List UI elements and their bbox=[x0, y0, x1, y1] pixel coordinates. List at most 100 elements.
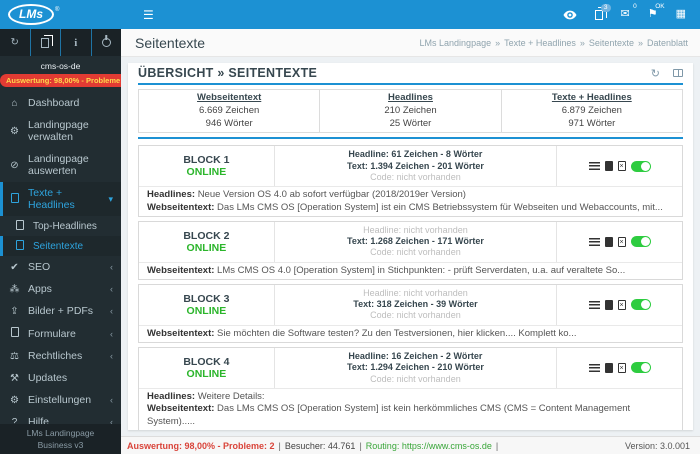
online-toggle[interactable] bbox=[630, 299, 651, 311]
sidebar-toggle-icon[interactable]: ☰ bbox=[143, 9, 154, 21]
lms-logo: LMs bbox=[8, 4, 54, 25]
sidebar-item-landingpage-verwalten[interactable]: ⚙ Landingpage verwalten bbox=[0, 114, 121, 148]
sidebar-menu: ⌂ Dashboard ⚙ Landingpage verwalten ⊘ Landi… bbox=[0, 92, 121, 424]
list-icon[interactable] bbox=[588, 300, 600, 309]
routing-link[interactable]: Routing: https://www.cms-os.de bbox=[366, 441, 492, 451]
headlines-label: Headlines: bbox=[147, 390, 196, 402]
file-icon[interactable] bbox=[604, 161, 613, 172]
info-icon[interactable]: i bbox=[61, 29, 92, 56]
print-icon[interactable] bbox=[673, 69, 683, 77]
chevron-left-icon: ‹ bbox=[110, 417, 113, 425]
file-report-icon[interactable] bbox=[617, 362, 626, 373]
block-actions bbox=[557, 348, 682, 388]
content-header: Seitentexte LMs Landingpage » Texte + He… bbox=[121, 29, 700, 57]
chevron-left-icon: ‹ bbox=[110, 262, 113, 272]
stat-label-link[interactable]: Texte + Headlines bbox=[506, 92, 678, 105]
refresh-icon[interactable]: ↻ bbox=[0, 29, 31, 56]
logo-area[interactable]: LMs ® bbox=[0, 0, 121, 29]
file-report-icon[interactable] bbox=[617, 161, 626, 172]
file-icon[interactable] bbox=[604, 299, 613, 310]
eye-icon[interactable] bbox=[563, 10, 577, 20]
file-report-icon[interactable] bbox=[617, 236, 626, 247]
power-icon[interactable] bbox=[92, 29, 122, 56]
sidebar-item-texte-headlines[interactable]: Texte + Headlines ▾ bbox=[0, 182, 121, 216]
breadcrumb-item[interactable]: Datenblatt bbox=[647, 38, 688, 48]
flag-badge: OK bbox=[655, 3, 665, 10]
power-glyph bbox=[101, 38, 111, 47]
block-actions bbox=[557, 285, 682, 325]
sitemap-icon: ⁂ bbox=[9, 283, 20, 295]
headlines-label: Headlines: bbox=[147, 189, 196, 201]
block-stats-cell: Headline: nicht vorhanden Text: 1.268 Ze… bbox=[275, 221, 558, 262]
sidebar-item-rechtliches[interactable]: ⚖ Rechtliches ‹ bbox=[0, 345, 121, 367]
chevron-left-icon: ‹ bbox=[110, 306, 113, 316]
registered-mark: ® bbox=[55, 6, 60, 13]
online-toggle[interactable] bbox=[630, 236, 651, 248]
headline-count: Headline: nicht vorhanden bbox=[363, 287, 468, 298]
block-name: BLOCK 3 bbox=[183, 292, 230, 305]
sidebar-item-apps[interactable]: ⁂ Apps ‹ bbox=[0, 278, 121, 300]
overview-card: ÜBERSICHT » SEITENTEXTE ↻ Webseitentext … bbox=[128, 63, 693, 430]
sidebar-item-label: Bilder + PDFs bbox=[28, 305, 94, 317]
file-report-icon[interactable] bbox=[617, 299, 626, 310]
list-icon[interactable] bbox=[588, 237, 600, 246]
mail-badge: 0 bbox=[633, 3, 637, 10]
file-icon bbox=[8, 327, 21, 340]
breadcrumb-item[interactable]: Seitentexte bbox=[589, 38, 634, 48]
sidebar-item-label: Landingpage auswerten bbox=[28, 153, 89, 177]
sidebar-item-top-headlines[interactable]: Top-Headlines bbox=[0, 216, 121, 236]
online-toggle[interactable] bbox=[630, 160, 651, 172]
copy-icon[interactable] bbox=[31, 29, 61, 56]
pages-icon[interactable]: 3 bbox=[594, 3, 611, 20]
list-icon[interactable] bbox=[588, 162, 600, 171]
text-count: Text: 1.268 Zeichen - 171 Wörter bbox=[346, 236, 484, 247]
flag-icon[interactable]: ⚑ OK bbox=[647, 3, 665, 20]
chevron-left-icon: ‹ bbox=[110, 284, 113, 294]
sidebar-item-bilder-pdfs[interactable]: ⇪ Bilder + PDFs ‹ bbox=[0, 300, 121, 322]
block-name: BLOCK 4 bbox=[183, 355, 230, 368]
mail-icon[interactable]: ✉ 0 bbox=[621, 3, 637, 20]
file-icon[interactable] bbox=[604, 236, 613, 247]
sidebar-item-label: Landingpage verwalten bbox=[28, 119, 89, 143]
online-toggle[interactable] bbox=[630, 362, 651, 374]
version-label: Version: 3.0.001 bbox=[624, 440, 690, 451]
text-count: Text: 1.294 Zeichen - 210 Wörter bbox=[346, 362, 484, 373]
stat-zeichen: 6.879 Zeichen bbox=[561, 104, 622, 116]
block-preview: Headlines: Weitere Details: Webseitentex… bbox=[139, 387, 682, 430]
block-preview: Webseitentext: LMs CMS OS 4.0 [Operation… bbox=[139, 261, 682, 279]
grid-icon[interactable]: ▦ bbox=[676, 9, 686, 20]
stat-label-link[interactable]: Headlines bbox=[324, 92, 496, 105]
breadcrumb-item[interactable]: LMs Landingpage bbox=[420, 38, 492, 48]
sidebar-item-dashboard[interactable]: ⌂ Dashboard bbox=[0, 92, 121, 114]
divider bbox=[138, 83, 683, 85]
breadcrumb-separator: » bbox=[495, 37, 501, 48]
stat-label-link[interactable]: Webseitentext bbox=[143, 92, 315, 105]
breadcrumb-item[interactable]: Texte + Headlines bbox=[504, 38, 576, 48]
sidebar-item-seo[interactable]: ✔ SEO ‹ bbox=[0, 256, 121, 278]
stat-texte-headlines: Texte + Headlines 6.879 Zeichen 971 Wört… bbox=[502, 90, 682, 132]
text-count: Text: 318 Zeichen - 39 Wörter bbox=[353, 299, 478, 310]
code-count: Code: nicht vorhanden bbox=[370, 247, 461, 258]
block-preview: Headlines: Neue Version OS 4.0 ab sofort… bbox=[139, 186, 682, 216]
sidebar-item-einstellungen[interactable]: ⚙ Einstellungen ‹ bbox=[0, 389, 121, 411]
status-badge: ONLINE bbox=[186, 367, 227, 380]
headline-count: Headline: nicht vorhanden bbox=[363, 224, 468, 235]
headline-count: Headline: 16 Zeichen - 2 Wörter bbox=[348, 351, 483, 362]
file-icon bbox=[13, 219, 26, 233]
sidebar-item-landingpage-auswerten[interactable]: ⊘ Landingpage auswerten bbox=[0, 148, 121, 182]
block-stats-cell: Headline: 61 Zeichen - 8 Wörter Text: 1.… bbox=[275, 146, 558, 187]
file-icon[interactable] bbox=[604, 362, 613, 373]
circle-slash-icon: ⊘ bbox=[10, 159, 19, 171]
evaluation-alert-badge[interactable]: Auswertung: 98,00% - Probleme: 2 bbox=[0, 74, 121, 87]
flag-glyph: ⚑ bbox=[647, 8, 658, 20]
sidebar-item-label: Top-Headlines bbox=[33, 220, 97, 232]
sidebar-item-hilfe[interactable]: ? Hilfe ‹ bbox=[0, 411, 121, 424]
site-name: cms-os-de bbox=[40, 61, 81, 71]
sidebar-item-formulare[interactable]: Formulare ‹ bbox=[0, 322, 121, 345]
sidebar-item-updates[interactable]: ⚒ Updates bbox=[0, 367, 121, 389]
sidebar-item-seitentexte[interactable]: Seitentexte bbox=[0, 236, 121, 256]
webseitentext-preview: LMs CMS OS 4.0 [Operation System] in Sti… bbox=[217, 264, 626, 276]
refresh-icon[interactable]: ↻ bbox=[651, 67, 660, 80]
list-icon[interactable] bbox=[588, 363, 600, 372]
sidebar-item-label: Texte + Headlines bbox=[28, 187, 75, 211]
